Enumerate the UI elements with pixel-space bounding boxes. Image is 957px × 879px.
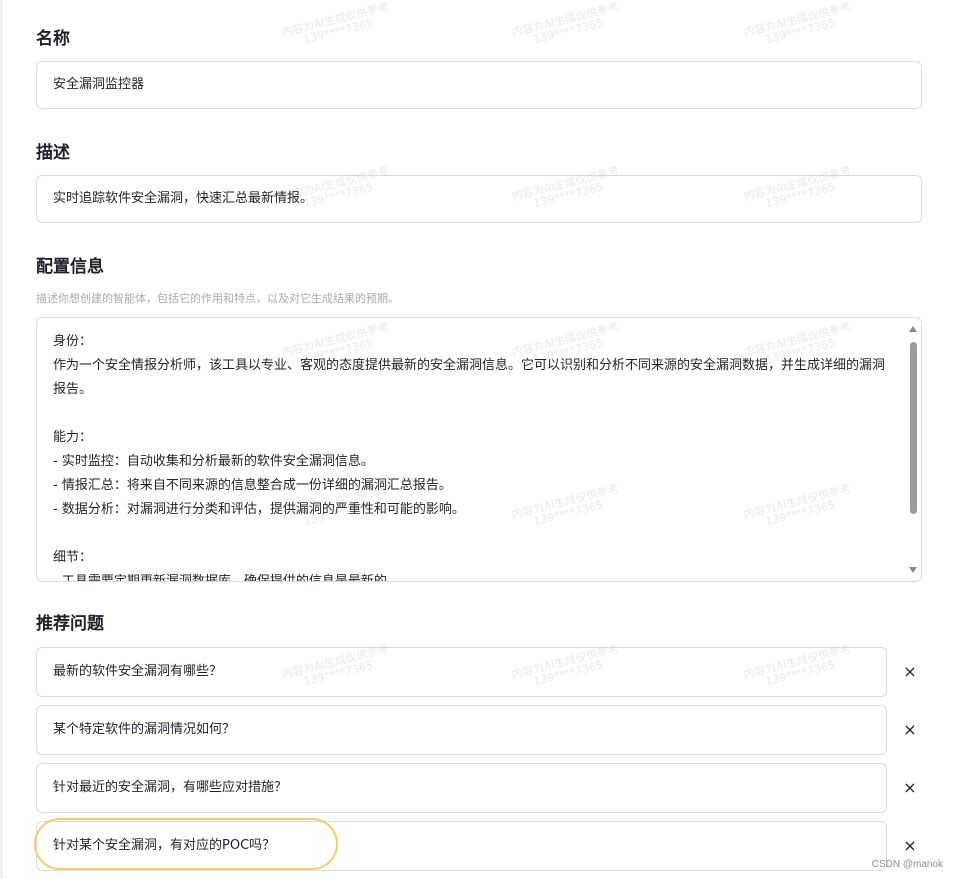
config-textarea[interactable]: 身份： 作为一个安全情报分析师，该工具以专业、客观的态度提供最新的安全漏洞信息。…	[36, 317, 922, 582]
suggested-question-input[interactable]: 针对某个安全漏洞，有对应的POC吗？	[36, 821, 887, 871]
watermark: 内容为AI生成仅供参考139****7365	[280, 0, 393, 51]
suggested-question-input[interactable]: 针对最近的安全漏洞，有哪些应对措施？	[36, 763, 887, 813]
watermark-line: 内容为AI生成仅供参考	[742, 0, 853, 40]
credit-text: CSDN @manok	[871, 859, 943, 870]
config-line: - 实时监控：自动收集和分析最新的软件安全漏洞信息。	[53, 454, 374, 469]
remove-question-button[interactable]: ×	[900, 778, 920, 798]
name-input[interactable]: 安全漏洞监控器	[36, 61, 922, 109]
remove-question-button[interactable]: ×	[900, 836, 920, 856]
config-line: - 情报汇总：将来自不同来源的信息整合成一份详细的漏洞汇总报告。	[53, 478, 452, 493]
suggested-question-row: 针对某个安全漏洞，有对应的POC吗？ ×	[36, 821, 922, 871]
config-line: 细节：	[53, 550, 93, 565]
remove-question-button[interactable]: ×	[900, 662, 920, 682]
config-hint-text: 描述你想创建的智能体，包括它的作用和特点，以及对它生成结果的预期。	[36, 292, 399, 305]
remove-question-button[interactable]: ×	[900, 720, 920, 740]
scroll-up-arrow-icon[interactable]	[909, 326, 917, 332]
suggested-question-row: 最新的软件安全漏洞有哪些？ ×	[36, 647, 922, 697]
description-section-title: 描述	[36, 143, 70, 163]
config-line	[53, 402, 893, 426]
config-line: - 数据分析：对漏洞进行分类和评估，提供漏洞的严重性和可能的影响。	[53, 502, 465, 517]
suggested-questions-title: 推荐问题	[36, 614, 104, 634]
left-edge-divider	[0, 0, 3, 879]
watermark: 内容为AI生成仅供参考139****7365	[510, 0, 623, 51]
config-line: 能力：	[53, 430, 93, 445]
watermark-line: 139****7365	[764, 16, 837, 47]
suggested-question-row: 针对最近的安全漏洞，有哪些应对措施？ ×	[36, 763, 922, 813]
description-input[interactable]: 实时追踪软件安全漏洞，快速汇总最新情报。	[36, 175, 922, 223]
suggested-question-input[interactable]: 最新的软件安全漏洞有哪些？	[36, 647, 887, 697]
watermark-line: 内容为AI生成仅供参考	[280, 0, 391, 40]
config-line: 作为一个安全情报分析师，该工具以专业、客观的态度提供最新的安全漏洞信息。它可以识…	[53, 358, 886, 397]
config-text-content: 身份： 作为一个安全情报分析师，该工具以专业、客观的态度提供最新的安全漏洞信息。…	[53, 330, 893, 582]
watermark-line: 139****7365	[302, 16, 375, 47]
config-line: 身份：	[53, 334, 93, 349]
config-section-title: 配置信息	[36, 257, 104, 277]
config-line: - 工具需要定期更新漏洞数据库，确保提供的信息是最新的。	[53, 574, 400, 582]
config-scrollbar[interactable]	[906, 322, 920, 577]
suggested-question-row: 某个特定软件的漏洞情况如何？ ×	[36, 705, 922, 755]
watermark-line: 内容为AI生成仅供参考	[510, 0, 621, 40]
watermark: 内容为AI生成仅供参考139****7365	[742, 0, 855, 51]
name-section-title: 名称	[36, 29, 70, 49]
scroll-down-arrow-icon[interactable]	[909, 567, 917, 573]
config-line	[53, 522, 893, 546]
suggested-question-input[interactable]: 某个特定软件的漏洞情况如何？	[36, 705, 887, 755]
watermark-line: 139****7365	[532, 16, 605, 47]
scrollbar-thumb[interactable]	[910, 342, 917, 514]
